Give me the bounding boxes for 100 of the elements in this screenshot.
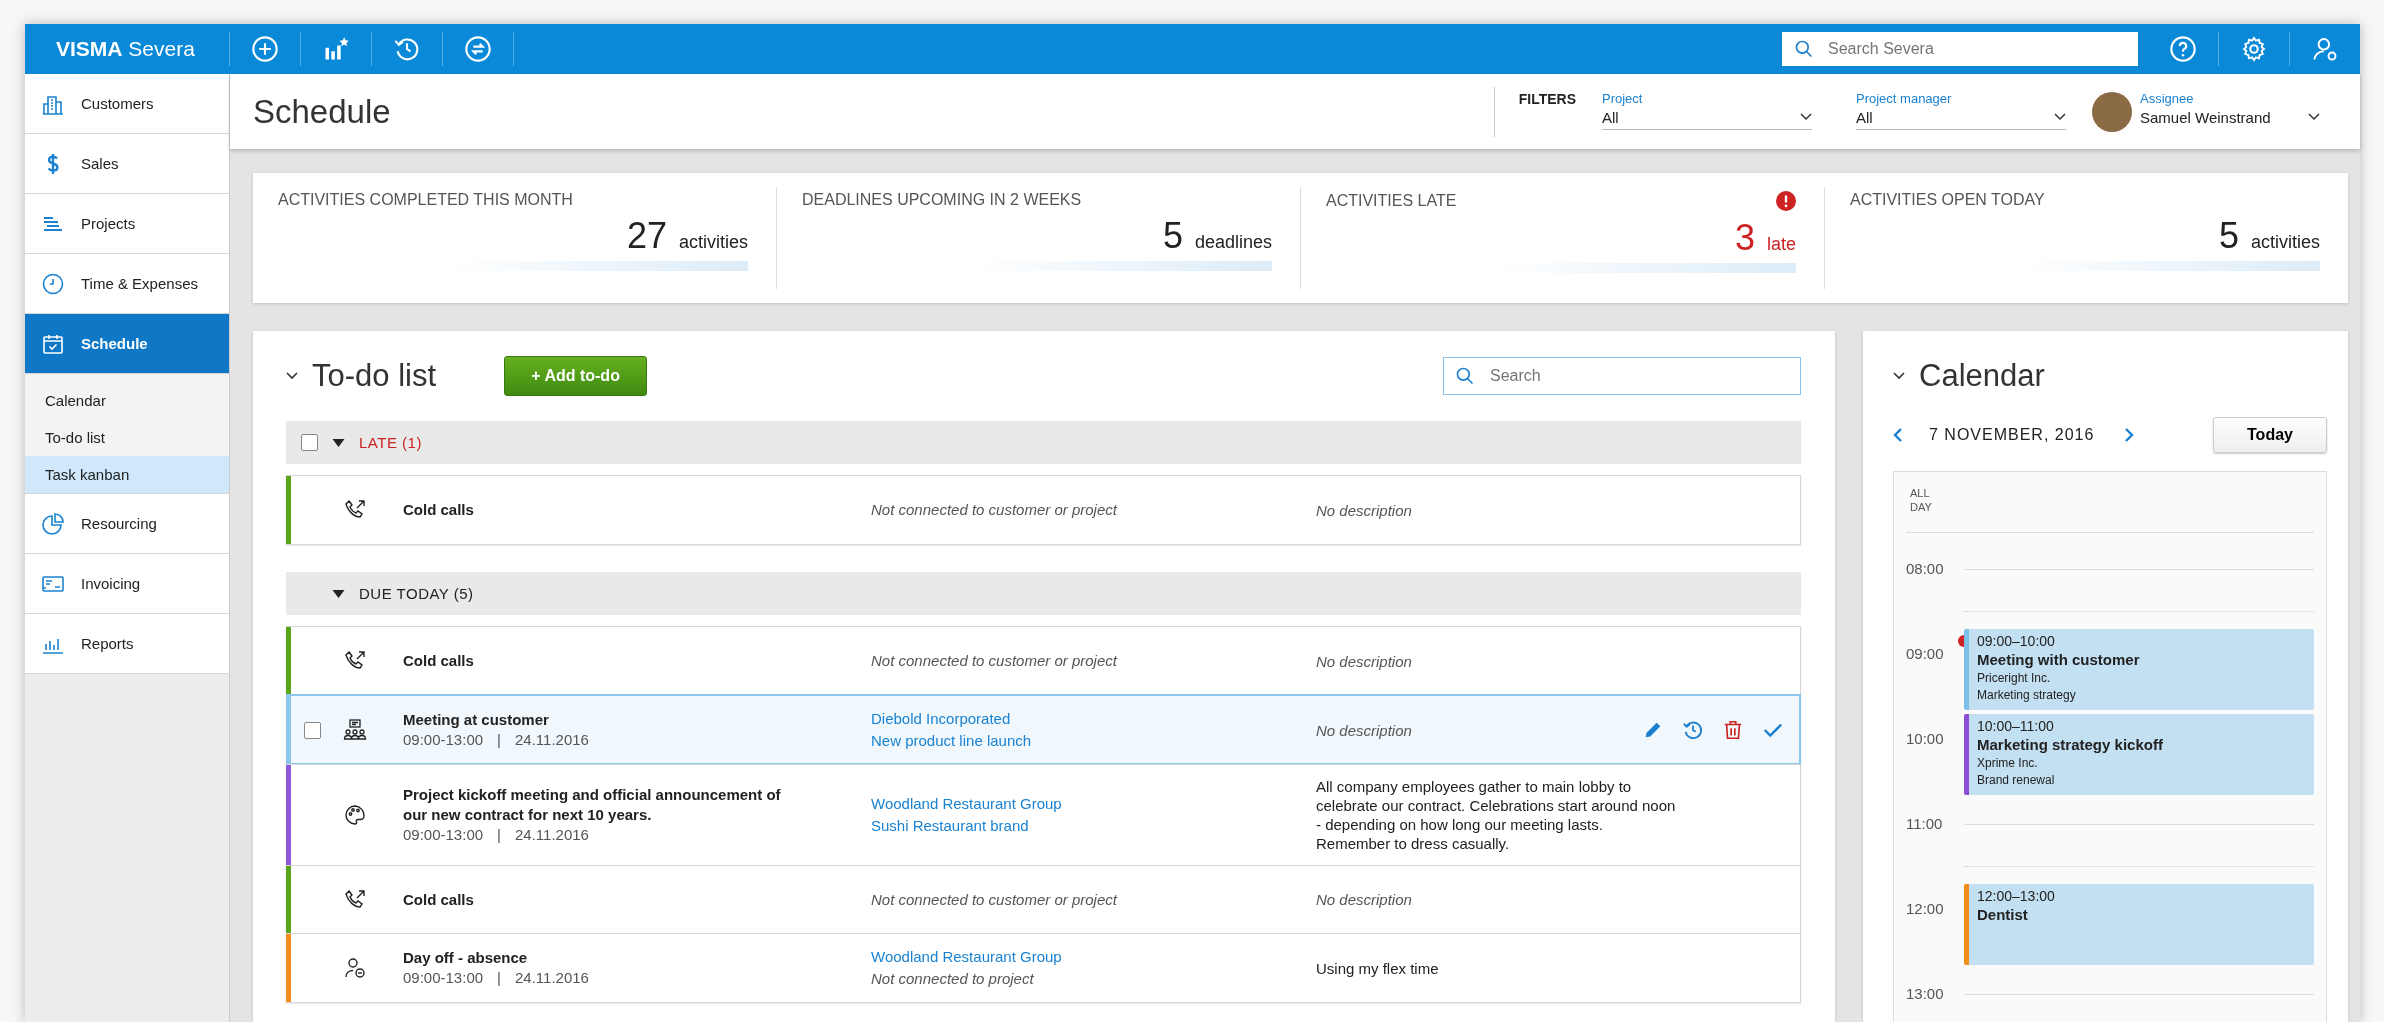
todo-title: Day off - absence <box>403 948 529 968</box>
link[interactable]: Woodland Restaurant Group <box>871 946 1316 968</box>
calendar-event[interactable]: 09:00–10:00 Meeting with customer Priceright Inc. Marketing strategy <box>1964 629 2314 710</box>
link[interactable]: Woodland Restaurant Group <box>871 793 1316 815</box>
caret-icon[interactable] <box>332 438 345 447</box>
todo-date: 24.11.2016 <box>515 731 589 748</box>
sidebar-item[interactable]: Invoicing <box>25 554 229 614</box>
search-field[interactable]: Search <box>1443 357 1801 395</box>
connection-note: Not connected to customer or project <box>871 889 1119 910</box>
calendar-event[interactable]: 12:00–13:00 Dentist <box>1964 884 2314 965</box>
filter-dropdown[interactable]: Project manager All <box>1856 86 2066 130</box>
todo-time: 09:00-13:00 <box>403 731 484 748</box>
avatar <box>2092 91 2132 132</box>
sidebar-subitem[interactable]: To-do list <box>25 419 229 456</box>
todo-time: 09:00-13:00 <box>403 969 484 986</box>
calendar-event[interactable]: 10:00–11:00 Marketing strategy kickoff Xprime Inc. Brand renewal <box>1964 714 2314 795</box>
link[interactable]: Sushi Restaurant brand <box>871 815 1316 837</box>
kpi-unit: activities <box>678 232 748 253</box>
group-title: LATE (1) <box>359 434 422 451</box>
kpi-unit: deadlines <box>1194 232 1272 253</box>
filter-value: All <box>1602 108 1619 126</box>
next-icon[interactable] <box>2124 427 2135 443</box>
group-header[interactable]: LATE (1) <box>286 421 1801 464</box>
chevron-down-icon <box>2308 113 2320 121</box>
collapse-icon[interactable] <box>286 372 298 380</box>
caret-icon[interactable] <box>332 589 345 598</box>
separator: | <box>497 969 501 986</box>
hour-label: 11:00 <box>1906 815 1943 833</box>
todo-row[interactable]: Cold calls Not connected to customer or project No description <box>287 865 1800 933</box>
kpi-value: 5 <box>2218 215 2239 257</box>
kpi-title: ACTIVITIES COMPLETED THIS MONTH <box>278 191 573 209</box>
previous-icon[interactable] <box>1893 427 1903 443</box>
connection-note: Not connected to project <box>871 969 1035 989</box>
todo-title: Cold calls <box>403 889 475 910</box>
connection-note: Not connected to customer or project <box>871 651 1119 671</box>
history-icon[interactable] <box>1682 719 1704 741</box>
todo-description: No description <box>1316 891 1412 908</box>
kpi-title: ACTIVITIES LATE <box>1326 192 1457 210</box>
calendar-date: 7 NOVEMBER, 2016 <box>1929 426 2095 444</box>
filter-dropdown[interactable]: Project All <box>1602 86 1812 130</box>
chevron-down-icon <box>1800 113 1812 121</box>
sidebar-item[interactable]: Schedule <box>25 314 229 374</box>
filters-label: FILTERS <box>1518 90 1576 107</box>
search-icon <box>1794 39 1814 59</box>
person-absence-icon <box>343 956 367 980</box>
sidebar-item[interactable]: Projects <box>25 194 229 254</box>
kpi-title: ACTIVITIES OPEN TODAY <box>1850 191 2045 209</box>
kpi-value: 5 <box>1162 215 1183 257</box>
connection-note: Not connected to customer or project <box>871 500 1119 520</box>
link[interactable]: Diebold Incorporated <box>871 708 1316 730</box>
separator: | <box>497 731 501 748</box>
section-title: To-do list <box>312 358 437 394</box>
meeting-icon <box>343 718 367 742</box>
sidebar-subitem[interactable]: Task kanban <box>25 456 229 493</box>
sidebar-item[interactable]: Time & Expenses <box>25 254 229 314</box>
clock-icon <box>41 271 65 296</box>
todo-title: Project kickoff meeting and official announcement of our new contract for next 10 years. <box>403 785 781 825</box>
todo-description: Using my flex time <box>1316 959 1439 977</box>
app-logo: VISMA Severa <box>25 32 230 66</box>
group-title: DUE TODAY (5) <box>359 585 474 602</box>
global-search-field[interactable]: Search Severa <box>1782 32 2138 66</box>
today-button[interactable]: Today <box>2213 417 2327 453</box>
separator: | <box>497 826 501 843</box>
assignee-dropdown[interactable]: Assignee Samuel Weinstrand <box>2140 86 2320 129</box>
todo-date: 24.11.2016 <box>515 826 589 843</box>
group-header[interactable]: DUE TODAY (5) <box>286 572 1801 615</box>
sidebar-subitem[interactable]: Calendar <box>25 382 229 419</box>
pie-icon <box>41 511 65 536</box>
all-day-label: ALL DAY <box>1910 486 1933 514</box>
link[interactable]: New product line launch <box>871 730 1316 752</box>
todo-row[interactable]: Cold calls Not connected to customer or project No description <box>287 627 1800 695</box>
todo-title: Cold calls <box>403 651 475 671</box>
filter-value: All <box>1856 108 1873 126</box>
sidebar-item[interactable]: Customers <box>25 74 229 134</box>
sidebar-item[interactable]: Reports <box>25 614 229 674</box>
todo-title: Meeting at customer <box>403 710 550 730</box>
kpi-unit: activities <box>2250 232 2320 253</box>
todo-description: No description <box>1316 652 1412 670</box>
hour-label: 13:00 <box>1906 985 1944 1003</box>
hour-label: 12:00 <box>1906 900 1944 918</box>
hour-label: 08:00 <box>1906 560 1944 578</box>
sidebar-item[interactable]: Sales <box>25 134 229 194</box>
palette-icon <box>343 803 367 827</box>
collapse-icon[interactable] <box>1893 372 1905 380</box>
todo-row[interactable] <box>287 764 1800 865</box>
todo-description: All company employees gather to main lobby to celebrate our contract. Celebrations start around noon - depending on how long our meeting lasts. Remember to dress casually. <box>1316 778 1676 852</box>
hour-label: 09:00 <box>1906 645 1944 663</box>
search-icon <box>1455 366 1475 386</box>
assignee-name: Samuel Weinstrand <box>2140 108 2271 126</box>
kpi-unit: late <box>1766 234 1796 255</box>
todo-time: 09:00-13:00 <box>403 826 484 843</box>
sidebar-item[interactable]: Resourcing <box>25 494 229 554</box>
chevron-down-icon <box>2054 113 2066 121</box>
todo-row[interactable]: Cold calls Not connected to customer or project No description <box>287 476 1800 544</box>
todo-date: 24.11.2016 <box>515 969 589 986</box>
checkbox[interactable] <box>304 721 321 739</box>
checkbox[interactable] <box>301 434 318 451</box>
todo-row[interactable]: Day off - absence 09:00-13:00 | 24.11.2016 Woodland Restaurant Group Not connected to project Using my flex time <box>287 933 1800 1002</box>
delete-icon[interactable] <box>1722 719 1744 741</box>
todo-row[interactable]: Meeting at customer 09:00-13:00 | 24.11.2016 Diebold Incorporated New product line launch No description <box>287 695 1800 764</box>
